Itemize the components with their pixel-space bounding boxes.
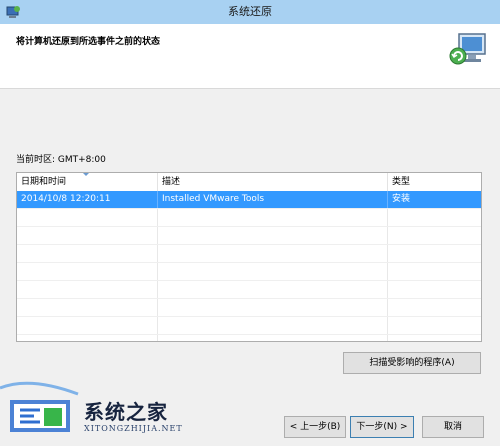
empty-row xyxy=(17,263,481,281)
empty-cell xyxy=(158,317,388,334)
cell-description: Installed VMware Tools xyxy=(158,191,388,208)
empty-cell xyxy=(17,335,158,341)
empty-row xyxy=(17,281,481,299)
empty-cell xyxy=(17,317,158,334)
empty-cell xyxy=(17,299,158,316)
empty-cell xyxy=(17,209,158,226)
timezone-label: 当前时区: GMT+8:00 xyxy=(16,155,106,165)
empty-cell xyxy=(388,299,481,316)
window-title: 系统还原 xyxy=(228,5,272,18)
empty-row xyxy=(17,227,481,245)
empty-row xyxy=(17,299,481,317)
empty-cell xyxy=(158,335,388,341)
empty-cell xyxy=(158,245,388,262)
empty-cell xyxy=(17,227,158,244)
rows-container: 2014/10/8 12:20:11 Installed VMware Tools… xyxy=(17,191,481,341)
header-panel: 将计算机还原到所选事件之前的状态 xyxy=(0,24,500,89)
empty-row xyxy=(17,209,481,227)
title-bar: 系统还原 xyxy=(0,0,500,24)
empty-cell xyxy=(388,227,481,244)
watermark-brand: 系统之家 xyxy=(84,400,168,424)
empty-cell xyxy=(158,299,388,316)
column-type[interactable]: 类型 xyxy=(388,173,481,191)
page-heading: 将计算机还原到所选事件之前的状态 xyxy=(16,37,161,47)
empty-cell xyxy=(158,227,388,244)
back-button[interactable]: < 上一步(B) xyxy=(284,416,346,438)
cell-type: 安装 xyxy=(392,194,411,204)
empty-cell xyxy=(388,245,481,262)
empty-cell xyxy=(388,317,481,334)
restore-points-list[interactable]: 日期和时间 描述 类型 2014/10/8 12:20:11 Installed … xyxy=(16,172,482,342)
watermark-url: XITONGZHIJIA.NET xyxy=(84,424,183,433)
scan-affected-programs-button[interactable]: 扫描受影响的程序(A) xyxy=(343,352,481,374)
empty-cell xyxy=(388,335,481,341)
column-header: 日期和时间 描述 类型 xyxy=(17,173,481,192)
cancel-button[interactable]: 取消 xyxy=(422,416,484,438)
table-row[interactable]: 2014/10/8 12:20:11 Installed VMware Tools… xyxy=(17,191,481,209)
column-description[interactable]: 描述 xyxy=(158,173,388,191)
empty-cell xyxy=(388,263,481,280)
next-button[interactable]: 下一步(N) > xyxy=(350,416,414,438)
empty-cell xyxy=(388,209,481,226)
empty-row xyxy=(17,335,481,341)
computer-restore-icon xyxy=(449,33,486,65)
empty-cell xyxy=(388,281,481,298)
empty-cell xyxy=(17,263,158,280)
empty-cell xyxy=(158,263,388,280)
empty-cell xyxy=(17,245,158,262)
cell-date: 2014/10/8 12:20:11 xyxy=(17,191,158,208)
empty-cell xyxy=(17,281,158,298)
sort-indicator-icon xyxy=(83,173,89,176)
empty-cell xyxy=(158,209,388,226)
empty-row xyxy=(17,245,481,263)
empty-row xyxy=(17,317,481,335)
empty-cell xyxy=(158,281,388,298)
